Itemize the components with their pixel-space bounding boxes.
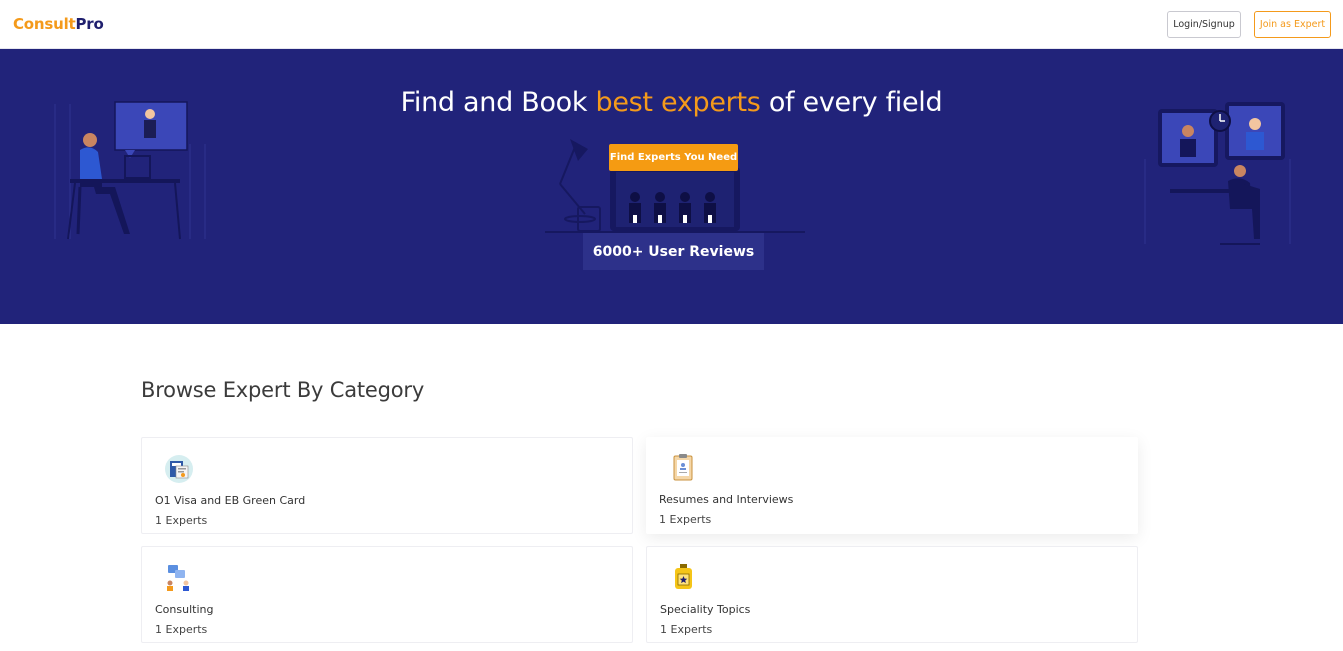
clipboard-resume-icon	[673, 454, 693, 481]
login-signup-button[interactable]: Login/Signup	[1167, 11, 1241, 38]
category-expert-count: 1 Experts	[155, 623, 208, 636]
hero-headline: Find and Book best experts of every fiel…	[0, 87, 1343, 118]
category-name: Consulting	[155, 603, 214, 616]
user-reviews-badge: 6000+ User Reviews	[583, 233, 764, 270]
visa-document-icon	[165, 455, 193, 483]
hero-title-highlight: best experts	[595, 87, 761, 118]
category-card-consulting[interactable]: Consulting 1 Experts	[141, 546, 633, 643]
category-card-o1-visa[interactable]: O1 Visa and EB Green Card 1 Experts	[141, 437, 633, 534]
category-name: Speciality Topics	[660, 603, 751, 616]
section-title: Browse Expert By Category	[141, 378, 425, 402]
logo-text-pro: Pro	[75, 15, 104, 33]
site-logo[interactable]: ConsultPro	[13, 15, 104, 33]
top-navigation-bar: ConsultPro Login/Signup Join as Expert	[0, 0, 1343, 49]
join-as-expert-button[interactable]: Join as Expert	[1254, 11, 1331, 38]
remote-meeting-illustration	[1144, 102, 1291, 245]
category-name: Resumes and Interviews	[659, 493, 794, 506]
find-experts-button[interactable]: Find Experts You Need	[609, 144, 738, 171]
category-card-speciality[interactable]: Speciality Topics 1 Experts	[646, 546, 1138, 643]
category-expert-count: 1 Experts	[660, 623, 713, 636]
category-name: O1 Visa and EB Green Card	[155, 494, 306, 507]
badge-star-icon	[675, 564, 692, 589]
category-card-resumes[interactable]: Resumes and Interviews 1 Experts	[646, 437, 1138, 534]
category-expert-count: 1 Experts	[659, 513, 712, 526]
hero-title-start: Find and Book	[400, 87, 596, 118]
hero-title-end: of every field	[760, 87, 943, 118]
category-expert-count: 1 Experts	[155, 514, 208, 527]
logo-text-consult: Consult	[13, 15, 76, 33]
hero-banner: Find and Book best experts of every fiel…	[0, 49, 1343, 324]
consulting-chat-icon	[167, 565, 189, 591]
